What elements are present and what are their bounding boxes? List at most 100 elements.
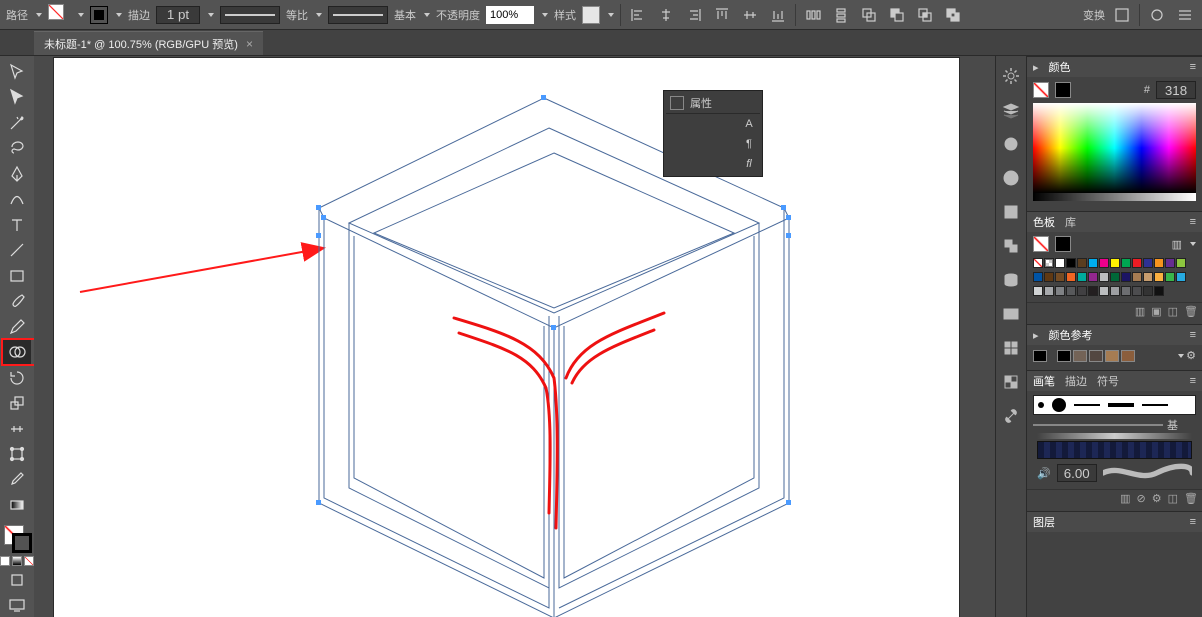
brush-list[interactable] bbox=[1033, 395, 1196, 415]
scale-tool[interactable] bbox=[3, 391, 31, 414]
collapse-icon[interactable]: ▸ bbox=[1033, 61, 1039, 74]
chevron-down-icon[interactable] bbox=[542, 13, 548, 17]
panel-menu-icon[interactable]: ≡ bbox=[1190, 375, 1196, 387]
swatch-grid-row3[interactable] bbox=[1033, 284, 1196, 298]
rotate-tool[interactable] bbox=[3, 366, 31, 389]
screen-mode[interactable] bbox=[3, 594, 31, 617]
navigator-icon[interactable] bbox=[999, 302, 1023, 326]
align-left-icon[interactable] bbox=[627, 4, 649, 26]
variable-width-profile[interactable] bbox=[220, 6, 280, 24]
pathfinder-unite-icon[interactable] bbox=[858, 4, 880, 26]
magic-wand-tool[interactable] bbox=[3, 111, 31, 134]
chevron-down-icon[interactable] bbox=[1190, 242, 1196, 246]
distribute-h-icon[interactable] bbox=[802, 4, 824, 26]
swatch-grid-row2[interactable] bbox=[1033, 270, 1196, 284]
fill-none-icon[interactable] bbox=[1033, 82, 1049, 98]
swatch-list-icon[interactable]: ▥ bbox=[1172, 238, 1182, 251]
arrange-menu-icon[interactable] bbox=[1174, 4, 1196, 26]
chevron-down-icon[interactable] bbox=[316, 13, 322, 17]
align-top-icon[interactable] bbox=[711, 4, 733, 26]
selection-tool[interactable] bbox=[3, 60, 31, 83]
artboards-icon[interactable] bbox=[999, 200, 1023, 224]
layers-tab[interactable]: 图层 bbox=[1033, 514, 1055, 530]
chevron-down-icon[interactable] bbox=[424, 13, 430, 17]
eyedropper-tool[interactable] bbox=[3, 468, 31, 491]
color-spectrum[interactable] bbox=[1033, 103, 1196, 193]
chevron-down-icon[interactable] bbox=[208, 13, 214, 17]
new-color-group-icon[interactable]: ▣ bbox=[1151, 305, 1161, 318]
symbols-tab[interactable]: 符号 bbox=[1097, 373, 1119, 389]
align-center-v-icon[interactable] bbox=[739, 4, 761, 26]
properties-fly-panel[interactable]: 属性 A ¶ fl bbox=[663, 90, 763, 177]
chevron-down-icon[interactable] bbox=[78, 13, 84, 17]
chevron-down-icon[interactable] bbox=[1178, 354, 1184, 358]
align-center-h-icon[interactable] bbox=[655, 4, 677, 26]
chevron-down-icon[interactable] bbox=[608, 13, 614, 17]
pathfinder-intersect-icon[interactable] bbox=[914, 4, 936, 26]
curvature-tool[interactable] bbox=[3, 187, 31, 210]
swatch-none[interactable] bbox=[1033, 236, 1049, 252]
chevron-down-icon[interactable] bbox=[36, 13, 42, 17]
fill-stroke-swatch[interactable] bbox=[48, 4, 70, 26]
line-tool[interactable] bbox=[3, 238, 31, 261]
pathfinder-minus-icon[interactable] bbox=[886, 4, 908, 26]
color-mode-none[interactable] bbox=[24, 556, 34, 566]
color-guide-strip[interactable]: ⚙ bbox=[1033, 349, 1196, 362]
transform-label[interactable]: 变换 bbox=[1083, 7, 1105, 23]
document-tab[interactable]: 未标题-1* @ 100.75% (RGB/GPU 预览) × bbox=[34, 31, 263, 55]
remove-brush-stroke-icon[interactable]: ⊘ bbox=[1137, 492, 1146, 505]
character-tab-icon[interactable]: A bbox=[745, 118, 752, 130]
stroke-width-input[interactable] bbox=[156, 6, 200, 24]
swatch-library-icon[interactable]: ▥ bbox=[1135, 305, 1145, 318]
pathfinder-exclude-icon[interactable] bbox=[942, 4, 964, 26]
lasso-tool[interactable] bbox=[3, 136, 31, 159]
edit-colors-icon[interactable]: ⚙ bbox=[1186, 349, 1196, 362]
align-right-icon[interactable] bbox=[683, 4, 705, 26]
transform-menu-icon[interactable] bbox=[1111, 4, 1133, 26]
draw-mode-normal[interactable] bbox=[3, 568, 31, 591]
brush-options-icon[interactable]: ⚙ bbox=[1152, 492, 1162, 505]
type-tool[interactable] bbox=[3, 213, 31, 236]
collapse-icon[interactable]: ▸ bbox=[1033, 329, 1039, 342]
swatch-grid[interactable] bbox=[1033, 256, 1196, 270]
color-tab[interactable]: 颜色 bbox=[1049, 59, 1071, 75]
transparency-icon[interactable] bbox=[999, 370, 1023, 394]
width-tool[interactable] bbox=[3, 417, 31, 440]
delete-swatch-icon[interactable]: 🗑 bbox=[1184, 305, 1198, 318]
gear-icon[interactable] bbox=[999, 64, 1023, 88]
gradient-tool[interactable] bbox=[3, 493, 31, 516]
libraries-icon[interactable] bbox=[999, 268, 1023, 292]
stroke-swatch[interactable] bbox=[90, 6, 108, 24]
direct-selection-tool[interactable] bbox=[3, 85, 31, 108]
style-swatch[interactable] bbox=[582, 6, 600, 24]
brushes-tab[interactable]: 画笔 bbox=[1033, 373, 1055, 389]
paintbrush-tool[interactable] bbox=[3, 289, 31, 312]
opentype-tab-icon[interactable]: fl bbox=[746, 158, 752, 170]
new-brush-icon[interactable]: ◫ bbox=[1168, 492, 1178, 505]
fill-stroke-control[interactable] bbox=[2, 523, 32, 552]
color-mode-gradient[interactable] bbox=[12, 556, 22, 566]
pen-tool[interactable] bbox=[3, 162, 31, 185]
stroke-panel-tab[interactable]: 描边 bbox=[1065, 373, 1087, 389]
panel-menu-icon[interactable]: ≡ bbox=[1190, 216, 1196, 228]
brush-definition[interactable] bbox=[328, 6, 388, 24]
panel-menu-icon[interactable]: ≡ bbox=[1190, 61, 1196, 73]
info-icon[interactable] bbox=[999, 166, 1023, 190]
hex-input[interactable] bbox=[1156, 81, 1196, 99]
libraries-tab[interactable]: 库 bbox=[1065, 214, 1076, 230]
new-swatch-icon[interactable]: ◫ bbox=[1168, 305, 1178, 318]
stroke-black-icon[interactable] bbox=[1055, 82, 1071, 98]
swatches-tab[interactable]: 色板 bbox=[1033, 214, 1055, 230]
shape-builder-tool[interactable] bbox=[3, 340, 31, 363]
panel-menu-icon[interactable]: ≡ bbox=[1190, 516, 1196, 528]
close-icon[interactable]: × bbox=[246, 37, 253, 51]
swatch-black[interactable] bbox=[1055, 236, 1071, 252]
color-guide-tab[interactable]: 颜色参考 bbox=[1049, 327, 1093, 343]
canvas-area[interactable]: 属性 A ¶ fl bbox=[34, 56, 995, 617]
brush-size-input[interactable] bbox=[1057, 464, 1097, 482]
chevron-down-icon[interactable] bbox=[116, 13, 122, 17]
pencil-tool[interactable] bbox=[3, 315, 31, 338]
asset-export-icon[interactable] bbox=[999, 234, 1023, 258]
links-icon[interactable] bbox=[999, 404, 1023, 428]
graphic-styles-icon[interactable] bbox=[999, 336, 1023, 360]
